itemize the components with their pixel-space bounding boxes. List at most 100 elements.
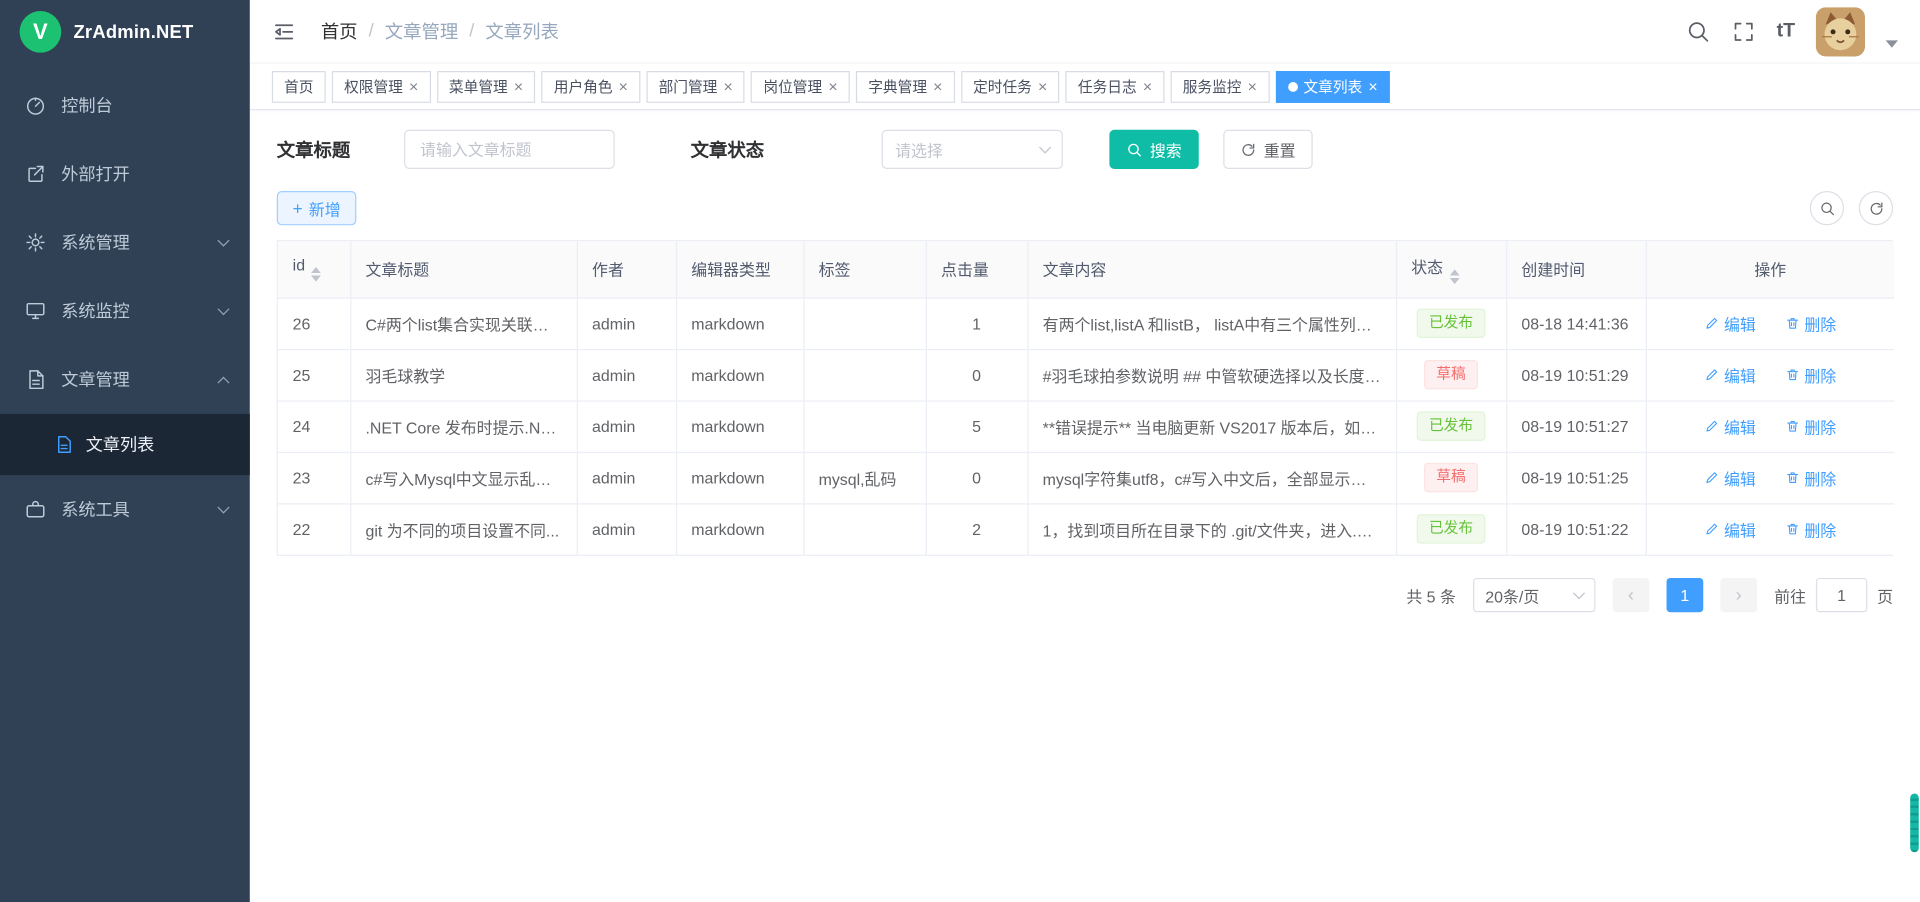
cell-id: 22 [278, 503, 350, 554]
scrollbar-thumb[interactable] [1910, 793, 1919, 852]
tab-label: 用户角色 [554, 76, 613, 97]
file-icon [54, 435, 74, 455]
tab-menu[interactable]: 菜单管理× [437, 70, 536, 102]
delete-button[interactable]: 删除 [1785, 363, 1836, 386]
goto-page: 前往 页 [1774, 578, 1893, 612]
edit-button[interactable]: 编辑 [1704, 466, 1755, 489]
tab-post[interactable]: 岗位管理× [751, 70, 850, 102]
search-button[interactable]: 搜索 [1109, 130, 1198, 169]
edit-button[interactable]: 编辑 [1704, 363, 1755, 386]
edit-button[interactable]: 编辑 [1704, 312, 1755, 335]
close-icon[interactable]: × [409, 78, 418, 94]
app-logo[interactable]: V ZrAdmin.NET [0, 0, 250, 64]
close-icon[interactable]: × [619, 78, 628, 94]
cell-actions: 编辑 删除 [1646, 400, 1895, 451]
close-icon[interactable]: × [514, 78, 523, 94]
sidebar-item-label: 外部打开 [61, 162, 228, 186]
trash-icon [1785, 367, 1800, 382]
sidebar-collapse-button[interactable] [272, 19, 296, 43]
tab-department[interactable]: 部门管理× [646, 70, 745, 102]
status-badge: 草稿 [1424, 463, 1478, 492]
toolbar-right [1810, 191, 1893, 225]
close-icon[interactable]: × [1143, 78, 1152, 94]
page-content: 文章标题 文章状态 请选择 搜索 重置 + [250, 110, 1920, 612]
column-header-status[interactable]: 状态 [1396, 241, 1506, 297]
edit-button[interactable]: 编辑 [1704, 518, 1755, 541]
sidebar-item-system-tools[interactable]: 系统工具 [0, 475, 250, 544]
cell-content: **错误提示** 当电脑更新 VS2017 版本后，如果... [1027, 400, 1396, 451]
tags-view-bar: 首页 权限管理× 菜单管理× 用户角色 × 部门管理× 岗位管理× 字典管理× 定… [250, 64, 1920, 111]
tab-permission[interactable]: 权限管理× [332, 70, 431, 102]
sidebar-item-system-monitor[interactable]: 系统监控 [0, 277, 250, 346]
sort-icon[interactable] [1449, 269, 1459, 284]
cell-author: admin [577, 503, 676, 554]
edit-button[interactable]: 编辑 [1704, 414, 1755, 437]
page-size-select[interactable]: 20条/页 [1473, 578, 1595, 612]
goto-label: 前往 [1774, 583, 1806, 606]
prev-page-button[interactable]: ‹ [1613, 578, 1650, 612]
article-status-select[interactable]: 请选择 [882, 130, 1063, 169]
sort-icon[interactable] [311, 267, 321, 282]
breadcrumb: 首页 / 文章管理 / 文章列表 [321, 18, 559, 44]
goto-page-input[interactable] [1816, 578, 1867, 612]
sidebar-item-system-management[interactable]: 系统管理 [0, 208, 250, 277]
chevron-down-icon [1573, 587, 1585, 599]
header-search-button[interactable] [1686, 19, 1710, 43]
toggle-search-button[interactable] [1810, 191, 1844, 225]
delete-label: 删除 [1804, 414, 1836, 437]
article-title-label: 文章标题 [277, 137, 350, 163]
status-badge: 已发布 [1417, 309, 1486, 338]
next-page-button[interactable]: › [1720, 578, 1757, 612]
breadcrumb-article-list[interactable]: 文章列表 [485, 18, 558, 44]
user-menu-caret-icon[interactable] [1886, 40, 1898, 47]
refresh-table-button[interactable] [1859, 191, 1893, 225]
close-icon[interactable]: × [828, 78, 837, 94]
tab-task-log[interactable]: 任务日志× [1066, 70, 1165, 102]
sidebar-item-article-list[interactable]: 文章列表 [0, 414, 250, 475]
sidebar-item-dashboard[interactable]: 控制台 [0, 71, 250, 140]
cell-created: 08-19 10:51:22 [1506, 503, 1646, 554]
sidebar-item-external-open[interactable]: 外部打开 [0, 140, 250, 209]
breadcrumb-article-management[interactable]: 文章管理 [385, 18, 458, 44]
close-icon[interactable]: × [933, 78, 942, 94]
cell-editor: markdown [676, 452, 803, 503]
cell-actions: 编辑 删除 [1646, 349, 1895, 400]
user-avatar[interactable] [1816, 7, 1865, 56]
cell-id: 26 [278, 298, 350, 349]
close-icon[interactable]: × [724, 78, 733, 94]
delete-button[interactable]: 删除 [1785, 414, 1836, 437]
tab-service-monitor[interactable]: 服务监控× [1170, 70, 1269, 102]
cell-author: admin [577, 452, 676, 503]
add-button[interactable]: + 新增 [277, 191, 357, 225]
breadcrumb-home[interactable]: 首页 [321, 18, 358, 44]
navbar: 首页 / 文章管理 / 文章列表 tT [250, 0, 1920, 64]
column-header-author: 作者 [577, 241, 676, 297]
plus-icon: + [293, 200, 303, 217]
tab-user-role[interactable]: 用户角色 × [542, 70, 641, 102]
delete-label: 删除 [1804, 312, 1836, 335]
close-icon[interactable]: × [1368, 78, 1377, 94]
edit-label: 编辑 [1724, 414, 1756, 437]
delete-button[interactable]: 删除 [1785, 312, 1836, 335]
article-title-input[interactable] [404, 130, 615, 169]
cell-content: 有两个list,listA 和listB， listA中有三个属性列为St... [1027, 298, 1396, 349]
tab-home[interactable]: 首页 [272, 70, 326, 102]
cell-editor: markdown [676, 400, 803, 451]
delete-button[interactable]: 删除 [1785, 518, 1836, 541]
font-size-button[interactable]: tT [1777, 20, 1796, 42]
page-number-1[interactable]: 1 [1666, 578, 1703, 612]
fullscreen-button[interactable] [1731, 19, 1755, 43]
tab-article-list[interactable]: 文章列表× [1275, 70, 1390, 102]
tab-dictionary[interactable]: 字典管理× [856, 70, 955, 102]
sidebar-item-article-management[interactable]: 文章管理 [0, 345, 250, 414]
close-icon[interactable]: × [1248, 78, 1257, 94]
chevron-up-icon [217, 376, 229, 388]
column-header-id[interactable]: id [278, 241, 350, 297]
close-icon[interactable]: × [1038, 78, 1047, 94]
cell-clicks: 1 [926, 298, 1028, 349]
select-placeholder: 请选择 [895, 138, 943, 161]
reset-button[interactable]: 重置 [1223, 130, 1312, 169]
delete-button[interactable]: 删除 [1785, 466, 1836, 489]
tab-scheduled-task[interactable]: 定时任务× [961, 70, 1060, 102]
column-header-tags: 标签 [803, 241, 925, 297]
